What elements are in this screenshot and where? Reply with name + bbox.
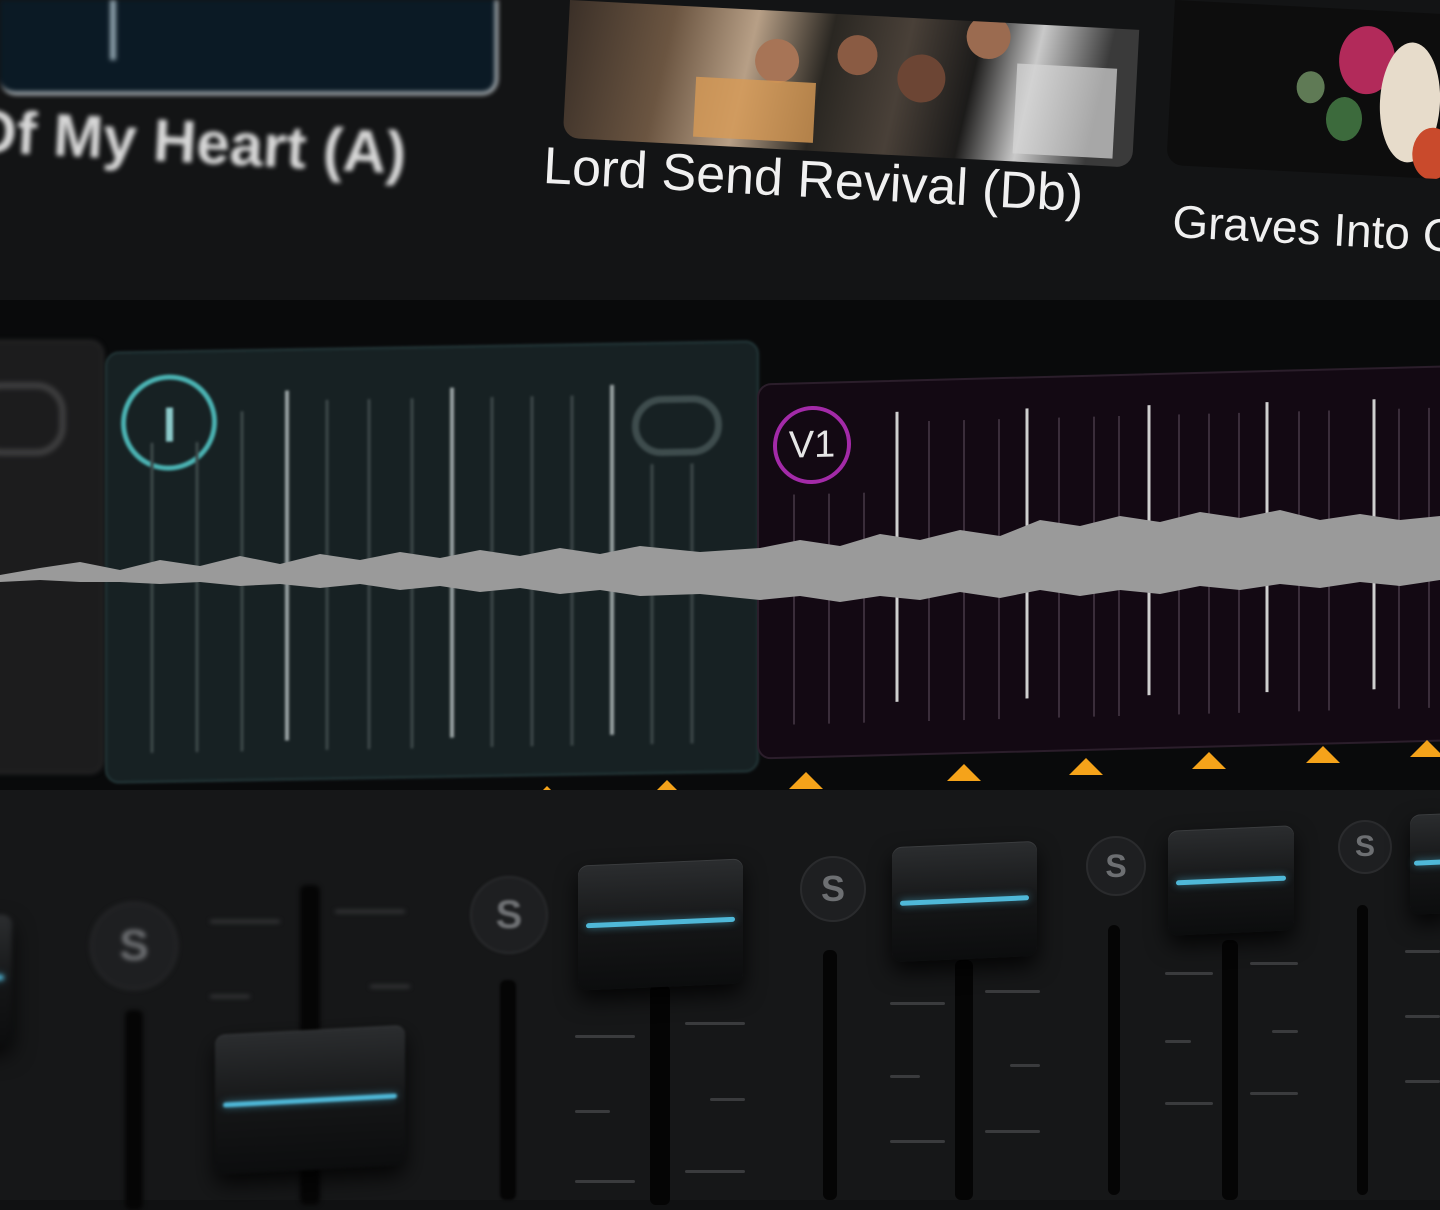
fader-track (125, 1010, 143, 1210)
cue-marker[interactable] (1410, 740, 1440, 757)
channel-fader[interactable] (215, 1025, 405, 1175)
channel-fader[interactable] (578, 858, 743, 991)
cue-marker[interactable] (947, 764, 981, 781)
channel-fader[interactable] (0, 915, 12, 1045)
song-title-1: Of My Heart (A) (0, 96, 409, 187)
song-artwork-3 (1166, 0, 1440, 181)
fader-track (500, 980, 516, 1200)
arrangement-timeline: V1 (0, 300, 1440, 820)
solo-button[interactable]: S (470, 876, 548, 954)
cue-marker[interactable] (789, 772, 823, 789)
song-title-3: Graves Into Gar (1171, 194, 1440, 265)
channel-fader[interactable] (892, 840, 1037, 963)
fader-track (1357, 905, 1368, 1195)
solo-button[interactable]: S (1086, 836, 1146, 896)
fader-track (823, 950, 837, 1200)
song-artwork-1 (0, 0, 498, 95)
solo-button[interactable]: S (1338, 820, 1392, 874)
loop-icon (0, 382, 66, 456)
song-card-2[interactable]: Lord Send Revival (Db) (540, 0, 1140, 260)
fader-track (955, 960, 973, 1200)
cue-marker[interactable] (1192, 752, 1226, 769)
song-card-1[interactable]: Of My Heart (A) (0, 0, 500, 200)
audio-waveform (0, 510, 1440, 602)
fader-track (650, 985, 670, 1205)
solo-button[interactable]: S (800, 856, 866, 922)
fader-track (1222, 940, 1238, 1200)
cue-marker[interactable] (1069, 758, 1103, 775)
song-shelf: Of My Heart (A) Lord Send Revival (Db) G… (0, 0, 1440, 300)
song-card-3[interactable]: Graves Into Gar (1166, 0, 1440, 270)
solo-button[interactable]: S (90, 902, 178, 990)
cue-marker[interactable] (1306, 746, 1340, 763)
channel-fader[interactable] (1168, 825, 1294, 936)
channel-fader[interactable] (1410, 813, 1440, 915)
flowers-image (1296, 26, 1440, 180)
fader-track (1108, 925, 1120, 1195)
mixer-panel: S S S S S (0, 790, 1440, 1210)
